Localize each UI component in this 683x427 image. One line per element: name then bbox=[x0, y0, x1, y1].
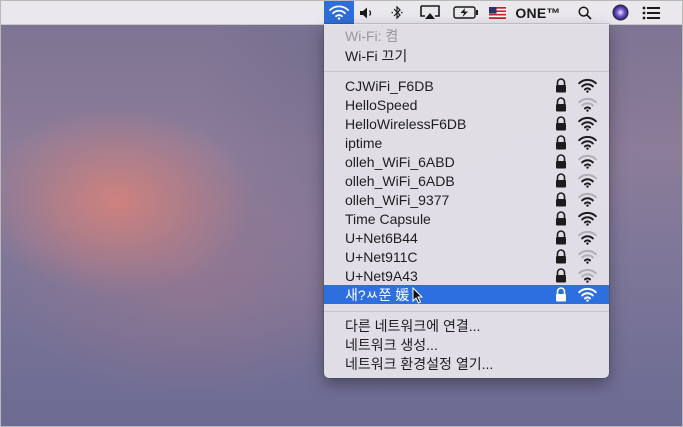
airplay-icon[interactable] bbox=[418, 1, 442, 24]
wifi-menu: Wi-Fi: 켬 Wi-Fi 끄기 CJWiFi_F6DB HelloSpeed H… bbox=[324, 24, 609, 378]
wifi-network-item[interactable]: iptime bbox=[324, 133, 609, 152]
wifi-toggle-item[interactable]: Wi-Fi 끄기 bbox=[324, 46, 609, 65]
us-flag-icon[interactable] bbox=[486, 1, 508, 24]
wifi-signal-icon bbox=[578, 135, 597, 150]
menu-separator bbox=[324, 71, 609, 72]
wifi-network-name: Time Capsule bbox=[345, 210, 431, 227]
create-network-item[interactable]: 네트워크 생성... bbox=[324, 335, 609, 354]
wifi-network-item[interactable]: U+Net6B44 bbox=[324, 228, 609, 247]
siri-icon[interactable] bbox=[609, 1, 631, 24]
lock-icon bbox=[556, 173, 566, 188]
wifi-network-item[interactable]: CJWiFi_F6DB bbox=[324, 76, 609, 95]
wifi-icon[interactable] bbox=[324, 1, 354, 24]
lock-icon bbox=[556, 230, 566, 245]
wifi-network-item[interactable]: olleh_WiFi_9377 bbox=[324, 190, 609, 209]
create-network-label: 네트워크 생성... bbox=[345, 336, 438, 353]
open-network-preferences-label: 네트워크 환경설정 열기... bbox=[345, 355, 494, 372]
lock-icon bbox=[556, 287, 566, 302]
lock-icon bbox=[556, 154, 566, 169]
wifi-signal-icon bbox=[578, 97, 597, 112]
lock-icon bbox=[556, 211, 566, 226]
wifi-network-name: olleh_WiFi_6ABD bbox=[345, 153, 455, 170]
wifi-network-name: U+Net6B44 bbox=[345, 229, 418, 246]
wifi-network-item[interactable]: HelloSpeed bbox=[324, 95, 609, 114]
wifi-network-name: U+Net9A43 bbox=[345, 267, 418, 284]
wifi-signal-icon bbox=[578, 78, 597, 93]
open-network-preferences-item[interactable]: 네트워크 환경설정 열기... bbox=[324, 354, 609, 373]
wifi-network-name: CJWiFi_F6DB bbox=[345, 77, 434, 94]
wifi-signal-icon bbox=[578, 249, 597, 264]
menu-separator bbox=[324, 311, 609, 312]
menu-bar: ONE™ bbox=[1, 1, 682, 25]
wifi-signal-icon bbox=[578, 192, 597, 207]
wifi-network-item[interactable]: 새?ㅆ쭌 媛 bbox=[324, 285, 609, 304]
wifi-status: Wi-Fi: 켬 bbox=[324, 26, 609, 45]
app-label[interactable]: ONE™ bbox=[512, 1, 564, 24]
lock-icon bbox=[556, 78, 566, 93]
wifi-network-item[interactable]: olleh_WiFi_6ABD bbox=[324, 152, 609, 171]
wifi-network-name: HelloWirelessF6DB bbox=[345, 115, 467, 132]
lock-icon bbox=[556, 268, 566, 283]
wifi-network-name: 새?ㅆ쭌 媛 bbox=[345, 286, 410, 303]
lock-icon bbox=[556, 135, 566, 150]
spotlight-search-icon[interactable] bbox=[575, 1, 595, 24]
join-other-network-label: 다른 네트워크에 연결... bbox=[345, 317, 481, 334]
lock-icon bbox=[556, 97, 566, 112]
wifi-network-item[interactable]: Time Capsule bbox=[324, 209, 609, 228]
wifi-network-item[interactable]: U+Net911C bbox=[324, 247, 609, 266]
wifi-network-item[interactable]: U+Net9A43 bbox=[324, 266, 609, 285]
lock-icon bbox=[556, 192, 566, 207]
mouse-pointer-icon bbox=[412, 287, 423, 304]
wifi-signal-icon bbox=[578, 211, 597, 226]
wifi-toggle-label: Wi-Fi 끄기 bbox=[345, 47, 408, 64]
wifi-network-name: U+Net911C bbox=[345, 248, 418, 265]
wifi-signal-icon bbox=[578, 287, 597, 302]
screenshot-frame: ONE™ Wi-Fi: 켬 Wi-Fi 끄기 CJWiFi_F6DB Hello… bbox=[0, 0, 683, 427]
wifi-network-name: olleh_WiFi_6ADB bbox=[345, 172, 455, 189]
wifi-signal-icon bbox=[578, 268, 597, 283]
join-other-network-item[interactable]: 다른 네트워크에 연결... bbox=[324, 316, 609, 335]
wifi-signal-icon bbox=[578, 230, 597, 245]
bluetooth-icon[interactable] bbox=[386, 1, 408, 24]
wifi-signal-icon bbox=[578, 154, 597, 169]
wifi-network-name: HelloSpeed bbox=[345, 96, 418, 113]
wifi-signal-icon bbox=[578, 173, 597, 188]
battery-charging-icon[interactable] bbox=[451, 1, 481, 24]
volume-icon[interactable] bbox=[356, 1, 378, 24]
wifi-status-label: Wi-Fi: 켬 bbox=[345, 27, 399, 44]
lock-icon bbox=[556, 116, 566, 131]
wifi-network-item[interactable]: olleh_WiFi_6ADB bbox=[324, 171, 609, 190]
wifi-network-name: olleh_WiFi_9377 bbox=[345, 191, 450, 208]
notification-center-icon[interactable] bbox=[639, 1, 663, 24]
lock-icon bbox=[556, 249, 566, 264]
wifi-network-item[interactable]: HelloWirelessF6DB bbox=[324, 114, 609, 133]
wifi-signal-icon bbox=[578, 116, 597, 131]
wifi-network-name: iptime bbox=[345, 134, 383, 151]
